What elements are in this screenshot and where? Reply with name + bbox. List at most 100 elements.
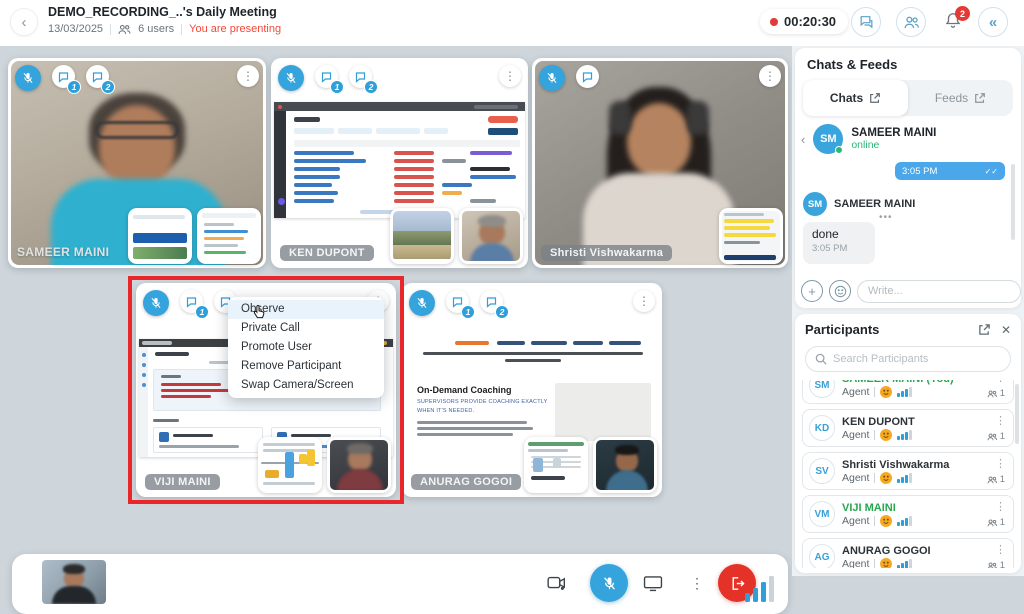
- webcam-thumbnail[interactable]: [593, 437, 657, 493]
- mic-muted-icon: [539, 65, 565, 91]
- self-view-video[interactable]: [42, 560, 106, 604]
- chat-bubble-icon[interactable]: 2: [480, 290, 503, 313]
- chat-count-badge: 1: [195, 305, 209, 319]
- avatar: SV: [809, 458, 835, 484]
- participant-role: Agent: [842, 515, 869, 527]
- chat-bubble-icon[interactable]: 2: [349, 65, 372, 88]
- chat-bubble-icon[interactable]: 1: [180, 290, 203, 313]
- message-list[interactable]: 3:05 PM ✓✓ SM SAMEER MAINI ••• done 3:05…: [801, 160, 1015, 272]
- chat-back-button[interactable]: ‹: [801, 132, 805, 147]
- participant-list[interactable]: SM SAMEER MAINI (You) Agent ⋮ 1 KD KEN D…: [802, 380, 1014, 568]
- chat-bubble-icon[interactable]: 1: [315, 65, 338, 88]
- menu-item-swap-camera-screen[interactable]: Swap Camera/Screen: [228, 376, 384, 395]
- webcam-thumbnail[interactable]: [327, 437, 391, 493]
- participant-row[interactable]: SV Shristi Vishwakarma Agent ⋮ 1: [802, 452, 1014, 490]
- tile-name-label: SAMEER MAINI: [17, 243, 118, 261]
- participant-name: VIJI MAINI: [842, 502, 912, 515]
- tile-menu-button[interactable]: ⋮: [237, 65, 259, 87]
- video-tile-shristi[interactable]: ⋮ Shristi Vishwakarma: [532, 58, 788, 268]
- participant-menu-icon[interactable]: ⋮: [995, 380, 1006, 384]
- mic-muted-icon: [409, 290, 435, 316]
- chat-bubble-icon[interactable]: [576, 65, 599, 88]
- message-time: 3:05 PM: [902, 166, 937, 177]
- popout-icon[interactable]: [978, 323, 991, 336]
- video-tile-anurag[interactable]: On-Demand Coaching SUPERVISORS PROVIDE C…: [402, 283, 662, 497]
- message-time: 3:05 PM: [812, 243, 866, 254]
- sent-message-bubble: 3:05 PM ✓✓: [895, 162, 1005, 180]
- shared-screen-thumbnail[interactable]: [258, 437, 322, 493]
- chat-bubble-icon[interactable]: 1: [446, 290, 469, 313]
- camera-button[interactable]: [540, 566, 574, 600]
- participant-menu-icon[interactable]: ⋮: [995, 414, 1006, 427]
- message-input[interactable]: [857, 280, 1021, 303]
- meeting-title: DEMO_RECORDING_..'s Daily Meeting: [48, 5, 277, 19]
- tile-name-label: VIJI MAINI: [145, 474, 220, 490]
- video-tile-sameer[interactable]: 1 2 ⋮ SAMEER MAINI: [8, 58, 266, 268]
- signal-bars-icon: [897, 559, 912, 569]
- tab-chats[interactable]: Chats: [803, 80, 908, 116]
- participant-role: Agent: [842, 558, 869, 569]
- screen-share-button[interactable]: [636, 566, 670, 600]
- viewer-count-icon: [987, 390, 997, 398]
- chats-panel: Chats & Feeds Chats Feeds ‹ SM SAMEER MA…: [795, 48, 1021, 308]
- shared-screen-thumbnail[interactable]: [719, 208, 783, 264]
- participants-scrollbar[interactable]: [1015, 384, 1019, 444]
- chat-bubble-icon[interactable]: 1: [52, 65, 75, 88]
- menu-item-private-call[interactable]: Private Call: [228, 319, 384, 338]
- menu-item-promote-user[interactable]: Promote User: [228, 338, 384, 357]
- divider: [181, 24, 182, 35]
- participant-name: Shristi Vishwakarma: [842, 459, 949, 472]
- tile-menu-button[interactable]: ⋮: [759, 65, 781, 87]
- message-text: done: [812, 227, 866, 241]
- participant-menu-icon[interactable]: ⋮: [995, 500, 1006, 513]
- chat-count-badge: 2: [101, 80, 115, 94]
- chat-scrollbar[interactable]: [1011, 164, 1015, 240]
- attach-button[interactable]: +: [801, 280, 823, 302]
- back-button[interactable]: ‹: [10, 8, 38, 36]
- participant-row[interactable]: SM SAMEER MAINI (You) Agent ⋮ 1: [802, 380, 1014, 404]
- chat-bubble-icon[interactable]: 2: [86, 65, 109, 88]
- video-tile-ken[interactable]: 1 2 ⋮ KEN DUPONT: [271, 58, 528, 268]
- tab-feeds[interactable]: Feeds: [908, 80, 1013, 116]
- collapse-sidebar-button[interactable]: «: [978, 7, 1008, 37]
- participant-menu-icon[interactable]: ⋮: [995, 543, 1006, 556]
- notifications-button[interactable]: 2: [944, 11, 966, 35]
- shared-screen-thumbnail[interactable]: [390, 208, 454, 264]
- shared-screen-thumbnail[interactable]: [128, 208, 192, 264]
- mic-mute-button[interactable]: [590, 564, 628, 602]
- users-icon: [118, 24, 131, 35]
- viewer-count-icon: [987, 562, 997, 569]
- participant-search[interactable]: [805, 346, 1011, 372]
- close-icon[interactable]: ✕: [1001, 323, 1011, 337]
- video-stage: 1 2 ⋮ SAMEER MAINI: [0, 46, 792, 576]
- participant-menu-icon[interactable]: ⋮: [995, 457, 1006, 470]
- emoji-button[interactable]: [829, 280, 851, 302]
- shared-screen-thumbnail[interactable]: [524, 437, 588, 493]
- menu-item-observe[interactable]: Observe: [228, 300, 384, 319]
- participant-row[interactable]: AG ANURAG GOGOI Agent ⋮ 1: [802, 538, 1014, 568]
- record-dot-icon: [770, 18, 778, 26]
- online-dot-icon: [835, 146, 843, 154]
- external-link-icon: [974, 92, 986, 104]
- participant-row[interactable]: KD KEN DUPONT Agent ⋮ 1: [802, 409, 1014, 447]
- menu-item-remove-participant[interactable]: Remove Participant: [228, 357, 384, 376]
- participants-toggle-button[interactable]: [896, 7, 926, 37]
- chat-toggle-button[interactable]: [851, 7, 881, 37]
- participant-row[interactable]: VM VIJI MAINI Agent ⋮ 1: [802, 495, 1014, 533]
- mood-emoji-icon: [880, 429, 892, 441]
- tile-menu-button[interactable]: ⋮: [633, 290, 655, 312]
- avatar-initials: SM: [820, 133, 837, 145]
- participant-name: ANURAG GOGOI: [842, 545, 931, 558]
- more-options-button[interactable]: ⋮: [680, 566, 714, 600]
- participant-search-input[interactable]: [833, 353, 1001, 365]
- webcam-thumbnail[interactable]: [459, 208, 523, 264]
- chat-count-badge: 1: [461, 305, 475, 319]
- viewer-count: 1: [1000, 560, 1005, 568]
- message-options-icon[interactable]: •••: [879, 212, 893, 223]
- divider: [110, 24, 111, 35]
- shared-screen-thumbnail[interactable]: [197, 208, 261, 264]
- tile-menu-button[interactable]: ⋮: [499, 65, 521, 87]
- mic-muted-icon: [15, 65, 41, 91]
- avatar: AG: [809, 544, 835, 568]
- timer-value: 00:20:30: [784, 14, 836, 29]
